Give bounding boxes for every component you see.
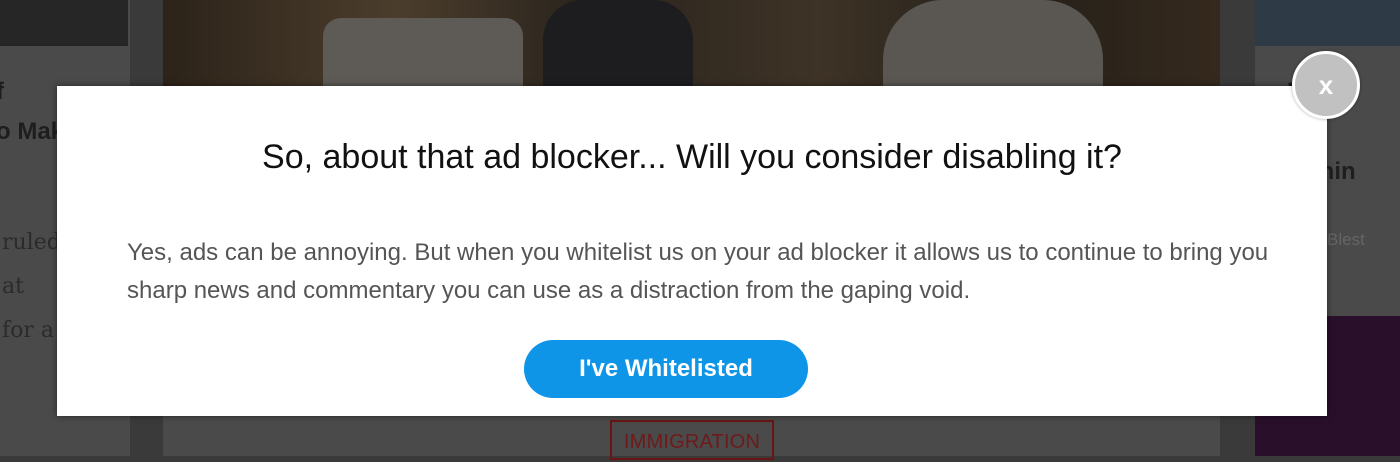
video-person-shape bbox=[543, 0, 693, 86]
video-car-shape bbox=[323, 18, 523, 86]
video-person-shape bbox=[883, 0, 1103, 86]
featured-video-image bbox=[163, 0, 1220, 86]
close-icon: x bbox=[1318, 69, 1334, 100]
left-article-headline-line: f bbox=[0, 78, 4, 106]
left-article-excerpt-line: for a bbox=[2, 318, 55, 343]
whitelisted-button[interactable]: I've Whitelisted bbox=[524, 340, 808, 398]
category-tag: IMMIGRATION bbox=[610, 420, 774, 460]
modal-title: So, about that ad blocker... Will you co… bbox=[262, 138, 1122, 176]
ad-blocker-modal: So, about that ad blocker... Will you co… bbox=[57, 86, 1327, 416]
close-modal-button[interactable]: x bbox=[1292, 51, 1360, 119]
right-article-thumbnail bbox=[1255, 0, 1400, 46]
modal-body-text: Yes, ads can be annoying. But when you w… bbox=[127, 239, 1269, 304]
left-article-excerpt-line: at bbox=[2, 274, 24, 299]
right-article-source: Blest bbox=[1327, 230, 1365, 249]
left-article-thumbnail bbox=[0, 0, 128, 46]
left-article-headline-line: o Mak bbox=[0, 118, 65, 145]
left-article-excerpt-line: ruled bbox=[2, 230, 61, 255]
